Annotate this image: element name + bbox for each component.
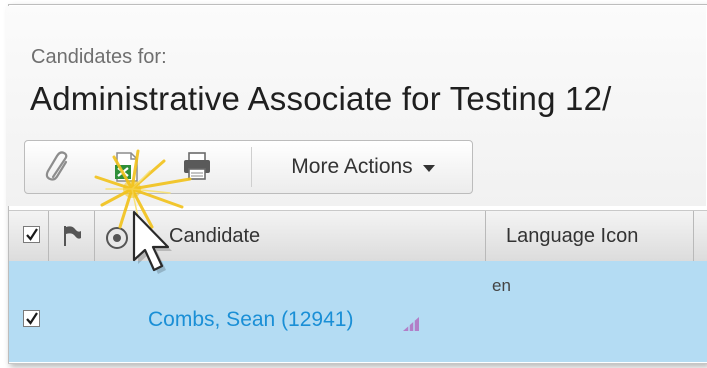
more-actions-button[interactable]: More Actions: [257, 141, 469, 193]
column-divider: [48, 211, 49, 261]
more-actions-label: More Actions: [291, 155, 413, 178]
candidate-link[interactable]: Combs, Sean (12941): [148, 308, 353, 332]
attach-button[interactable]: [39, 141, 79, 193]
toolbar-divider: [251, 147, 252, 187]
row-checkbox[interactable]: [23, 310, 40, 327]
checkmark-icon: [26, 312, 38, 325]
page-subtitle: Candidates for:: [31, 46, 167, 68]
table-row[interactable]: en Combs, Sean (12941): [9, 261, 707, 362]
language-value: en: [492, 276, 511, 295]
page-title: Administrative Associate for Testing 12/: [30, 80, 612, 117]
checkmark-icon: [26, 228, 38, 241]
chevron-down-icon: [422, 164, 435, 172]
rank-bars-icon: [401, 313, 421, 338]
select-all-checkbox[interactable]: [23, 226, 40, 243]
column-divider: [485, 211, 486, 261]
mouse-cursor-icon: [128, 208, 178, 281]
column-divider: [693, 211, 694, 261]
flag-icon[interactable]: [61, 224, 83, 253]
column-header-language-icon[interactable]: Language Icon: [506, 225, 638, 248]
paperclip-icon: [45, 151, 68, 181]
